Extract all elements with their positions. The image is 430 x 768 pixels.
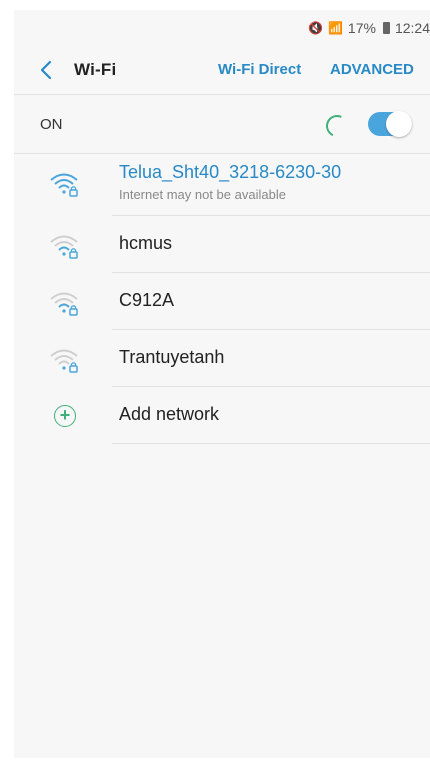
wifi-lock-icon [50, 292, 78, 316]
add-network-item[interactable]: + Add network [14, 387, 430, 444]
network-item[interactable]: Trantuyetanh [14, 330, 430, 387]
network-name: C912A [119, 290, 175, 310]
page-title: Wi-Fi [74, 60, 117, 79]
network-item[interactable]: Telua_Sht40_3218-6230-30 Internet may no… [14, 154, 430, 216]
toggle-knob [386, 111, 412, 137]
settings-panel: 🔇 📶 17% 12:24 Wi-Fi Wi-Fi Direct ADVANCE… [14, 10, 430, 758]
wifi-status-icon: 📶 [327, 21, 343, 35]
advanced-button[interactable]: ADVANCED [330, 46, 414, 94]
wifi-direct-button[interactable]: Wi-Fi Direct [218, 46, 301, 94]
wifi-lock-icon [50, 349, 78, 373]
row-divider [112, 443, 430, 444]
add-network-label: Add network [119, 404, 220, 424]
wifi-toggle-row[interactable]: ON [14, 95, 430, 153]
scanning-spinner-icon [322, 111, 352, 141]
network-name: Telua_Sht40_3218-6230-30 [119, 162, 342, 182]
network-status: Internet may not be available [119, 187, 286, 202]
back-button[interactable] [26, 46, 66, 94]
network-name: Trantuyetanh [119, 347, 225, 367]
network-item[interactable]: C912A [14, 273, 430, 330]
app-header: Wi-Fi Wi-Fi Direct ADVANCED [14, 46, 430, 94]
battery-icon [382, 22, 390, 34]
plus-icon: + [54, 405, 76, 427]
battery-percent: 17% [347, 20, 376, 36]
mute-icon: 🔇 [308, 21, 323, 35]
toggle-label: ON [40, 115, 63, 133]
network-name: hcmus [119, 233, 173, 253]
wifi-lock-icon [50, 173, 78, 197]
wifi-lock-icon [50, 235, 78, 259]
screen: 🔇 📶 17% 12:24 Wi-Fi Wi-Fi Direct ADVANCE… [0, 0, 430, 768]
chevron-left-icon [40, 60, 52, 80]
wifi-toggle[interactable] [368, 111, 412, 137]
status-bar: 🔇 📶 17% 12:24 [14, 10, 430, 46]
clock: 12:24 [394, 20, 430, 36]
network-item[interactable]: hcmus [14, 216, 430, 273]
